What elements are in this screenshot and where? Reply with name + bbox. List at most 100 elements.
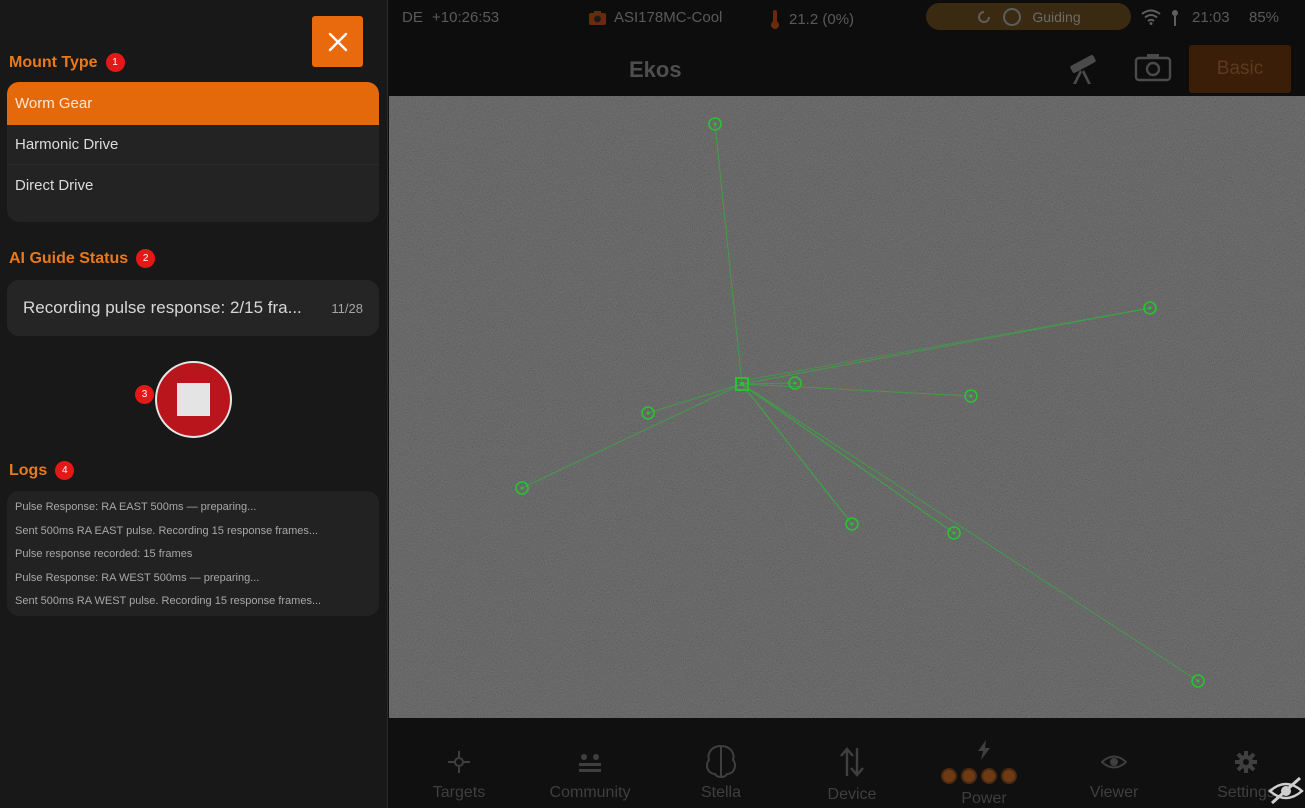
step-badge-4: 4 — [55, 461, 75, 480]
mount-option-worm-gear[interactable]: Worm Gear — [7, 82, 379, 125]
guide-vector-line — [746, 387, 955, 534]
guide-vector-line — [746, 307, 1151, 381]
log-line: Pulse Response: RA WEST 500ms — preparin… — [15, 571, 260, 584]
hide-overlay-icon[interactable] — [1268, 775, 1304, 805]
guide-vector-line — [741, 382, 796, 385]
status-text: Recording pulse response: 2/15 fra... — [23, 298, 302, 317]
refresh-icon — [978, 10, 991, 23]
log-line: Sent 500ms RA WEST pulse. Recording 15 r… — [15, 595, 322, 608]
mount-option-direct-drive[interactable]: Direct Drive — [7, 165, 379, 205]
nav-label: Settings — [1217, 784, 1275, 801]
power-dot — [941, 768, 957, 784]
guide-star-dot — [1148, 306, 1152, 310]
signal-icon — [1172, 10, 1178, 26]
stella-brain-icon — [706, 744, 736, 778]
guiding-status-pill[interactable]: Guiding — [926, 3, 1131, 30]
compass-icon — [1003, 7, 1022, 26]
guide-star-dot — [793, 381, 797, 385]
wifi-icon — [1141, 9, 1161, 25]
mount-option-harmonic-drive[interactable]: Harmonic Drive — [7, 125, 379, 165]
primary-guide-star-dot — [740, 382, 744, 386]
guide-vector-line — [647, 383, 743, 414]
power-dot — [981, 768, 997, 784]
guide-star-overlay — [515, 117, 1205, 688]
power-indicator-dots — [941, 768, 1017, 784]
logs-heading: Logs 4 — [9, 461, 75, 480]
step-badge-1: 1 — [105, 53, 125, 72]
community-icon — [579, 754, 601, 772]
bolt-icon — [978, 740, 990, 760]
guide-vector-line — [714, 123, 743, 385]
mount-option-label: Harmonic Drive — [15, 136, 119, 153]
mount-option-label: Worm Gear — [15, 95, 93, 112]
ai-guide-panel: Mount Type 1 Worm Gear Harmonic Drive Di… — [0, 0, 388, 808]
guide-vector-line — [743, 386, 853, 525]
guide-vector-line — [741, 383, 1199, 682]
close-button[interactable] — [312, 16, 363, 67]
top-bar: DE +10:26:53 ASI178MC-Cool 21.2 (0%) Gui… — [389, 0, 1305, 96]
temperature-status: 21.2 (0%) — [770, 9, 854, 29]
logs-title: Logs — [9, 461, 48, 479]
wifi-status — [1141, 9, 1161, 25]
time-offset: +10:26:53 — [432, 9, 500, 26]
nav-device[interactable]: Device — [787, 746, 917, 804]
eye-icon — [1101, 755, 1127, 769]
power-dot — [1001, 768, 1017, 784]
nav-label: Targets — [432, 784, 486, 801]
transfer-arrows-icon — [840, 747, 864, 777]
guide-vector-line — [741, 383, 972, 397]
logs-list: Pulse Response: RA EAST 500ms — preparin… — [7, 491, 379, 616]
app-title: Ekos — [629, 57, 682, 82]
temperature-value: 21.2 (0%) — [789, 10, 855, 28]
bottom-navigation: Targets Community Stella Device Power Vi… — [389, 718, 1305, 808]
guide-star-dot — [713, 122, 717, 126]
step-badge-3: 3 — [135, 385, 154, 404]
thermometer-icon — [771, 10, 779, 29]
power-dot — [961, 768, 977, 784]
nav-label: Viewer — [1089, 784, 1139, 801]
nav-targets[interactable]: Targets — [394, 750, 524, 802]
nav-label: Power — [961, 790, 1007, 807]
nav-community[interactable]: Community — [525, 750, 655, 802]
ai-guide-status-title: AI Guide Status — [9, 249, 129, 267]
close-icon — [328, 32, 347, 51]
camera-status[interactable]: ASI178MC-Cool — [588, 9, 722, 26]
guide-star-dot — [1196, 679, 1200, 683]
ai-guide-status-heading: AI Guide Status 2 — [9, 249, 156, 268]
clock: 21:03 — [1192, 9, 1230, 26]
nav-stella[interactable]: Stella — [656, 742, 786, 802]
telescope-icon[interactable] — [1064, 52, 1100, 86]
battery-level: 85% — [1249, 9, 1280, 26]
guide-vector-line — [521, 383, 743, 489]
nav-label: Device — [827, 786, 877, 803]
camera-icon — [589, 10, 606, 25]
guide-star-dot — [850, 522, 854, 526]
ai-guide-status-card: Recording pulse response: 2/15 fra... 11… — [7, 280, 379, 336]
basic-mode-button[interactable]: Basic — [1189, 45, 1291, 93]
targets-icon — [448, 751, 470, 773]
gear-icon — [1235, 751, 1257, 773]
mount-type-heading: Mount Type 1 — [9, 53, 125, 72]
guide-star-dot — [520, 486, 524, 490]
status-bar: DE +10:26:53 ASI178MC-Cool 21.2 (0%) Gui… — [389, 0, 1305, 34]
status-progress-count: 11/28 — [331, 300, 363, 316]
step-badge-2: 2 — [136, 249, 156, 268]
guiding-label: Guiding — [1032, 8, 1081, 25]
camera-view-icon[interactable] — [1134, 52, 1172, 82]
mount-type-list: Worm Gear Harmonic Drive Direct Drive — [7, 82, 379, 222]
stop-icon — [177, 383, 210, 416]
guide-star-dot — [969, 394, 973, 398]
nav-viewer[interactable]: Viewer — [1049, 750, 1179, 802]
log-line: Pulse Response: RA EAST 500ms — preparin… — [15, 501, 257, 513]
guide-star-dot — [646, 411, 650, 415]
mode-indicator: DE — [402, 9, 423, 26]
log-line: Sent 500ms RA EAST pulse. Recording 15 r… — [15, 524, 319, 537]
stop-button[interactable] — [155, 361, 232, 438]
mount-type-title: Mount Type — [9, 53, 98, 71]
guide-camera-view[interactable] — [389, 96, 1305, 718]
camera-name: ASI178MC-Cool — [614, 9, 723, 26]
guide-star-dot — [952, 531, 956, 535]
mount-option-label: Direct Drive — [15, 176, 94, 194]
nav-label: Stella — [700, 784, 742, 801]
log-line: Pulse response recorded: 15 frames — [15, 548, 193, 561]
